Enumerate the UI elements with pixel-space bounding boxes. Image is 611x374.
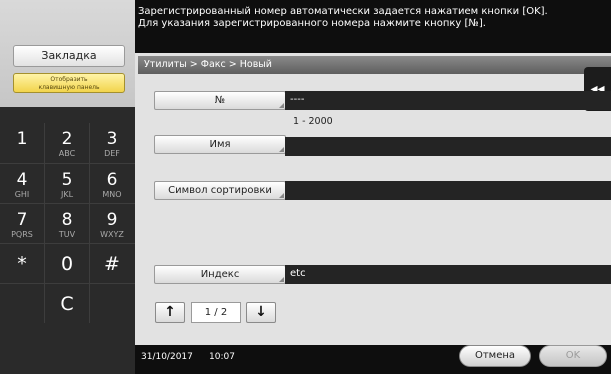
key-digit: 2: [61, 129, 73, 149]
key-7[interactable]: 7 PQRS: [0, 204, 44, 244]
page-down-icon[interactable]: ↓: [246, 302, 276, 323]
ok-button[interactable]: OK: [539, 345, 607, 367]
key-9[interactable]: 9 WXYZ: [90, 204, 134, 244]
cancel-button[interactable]: Отмена: [459, 345, 531, 367]
key-digit: 1: [16, 129, 28, 149]
index-value: etc: [285, 265, 611, 284]
key-1[interactable]: 1: [0, 123, 44, 163]
key-letters: ABC: [58, 149, 76, 158]
key-letters: WXYZ: [100, 230, 124, 239]
key-3[interactable]: 3 DEF: [90, 123, 134, 163]
key-digit: 7: [16, 210, 28, 230]
key-digit: 0: [60, 253, 74, 275]
key-6[interactable]: 6 MNO: [90, 164, 134, 204]
name-button[interactable]: Имя: [154, 135, 286, 154]
key-letters: JKL: [60, 190, 74, 199]
time: 10:07: [209, 352, 235, 362]
key-digit: *: [17, 253, 27, 275]
key-digit: 8: [61, 210, 73, 230]
main-panel: Утилиты > Факс > Новый ◂◂ № ---- 1 - 200…: [135, 53, 611, 345]
instruction-line-2: Для указания зарегистрированного номера …: [138, 18, 486, 29]
left-panel: Закладка Отобразить клавишную панель 1 2…: [0, 0, 135, 374]
corner-indicator-icon: [279, 193, 284, 198]
number-button[interactable]: №: [154, 91, 286, 110]
key-clear-label: C: [60, 293, 74, 315]
number-button-label: №: [214, 95, 226, 106]
show-keypad-label-line1: Отобразить: [50, 76, 88, 83]
bookmark-button[interactable]: Закладка: [13, 45, 125, 67]
name-button-label: Имя: [209, 139, 231, 150]
key-digit: 4: [16, 170, 28, 190]
key-letters: MNO: [102, 190, 122, 199]
left-panel-top: Закладка Отобразить клавишную панель: [0, 0, 135, 107]
key-clear[interactable]: C: [45, 284, 89, 324]
key-letters: TUV: [58, 230, 76, 239]
key-2[interactable]: 2 ABC: [45, 123, 89, 163]
key-letters: PQRS: [11, 230, 33, 239]
number-range: 1 - 2000: [293, 116, 333, 127]
instruction-line-1: Зарегистрированный номер автоматически з…: [138, 6, 548, 17]
pager: ↑ 1 / 2 ↓: [155, 302, 285, 323]
show-keypad-button[interactable]: Отобразить клавишную панель: [13, 73, 125, 93]
show-keypad-label-line2: клавишную панель: [38, 84, 100, 91]
key-5[interactable]: 5 JKL: [45, 164, 89, 204]
key-asterisk[interactable]: *: [0, 244, 44, 284]
key-digit: 9: [106, 210, 118, 230]
number-value: ----: [285, 91, 611, 110]
key-letters: GHI: [14, 190, 30, 199]
key-hash[interactable]: #: [90, 244, 134, 284]
page-up-icon[interactable]: ↑: [155, 302, 185, 323]
sort-symbol-button[interactable]: Символ сортировки: [154, 181, 286, 200]
key-letters: DEF: [104, 149, 120, 158]
breadcrumb: Утилиты > Факс > Новый: [138, 56, 611, 74]
key-8[interactable]: 8 TUV: [45, 204, 89, 244]
date: 31/10/2017: [141, 352, 193, 362]
page-count: 1 / 2: [191, 302, 241, 323]
sort-symbol-value: [285, 181, 611, 200]
index-button-label: Индекс: [200, 269, 240, 280]
key-digit: 5: [61, 170, 73, 190]
instruction-message: Зарегистрированный номер автоматически з…: [138, 6, 608, 30]
corner-indicator-icon: [279, 147, 284, 152]
key-0[interactable]: 0: [45, 244, 89, 284]
footer: 31/10/2017 10:07 Отмена OK: [135, 345, 611, 374]
corner-indicator-icon: [279, 103, 284, 108]
name-value: [285, 137, 611, 156]
key-digit: 3: [106, 129, 118, 149]
index-button[interactable]: Индекс: [154, 265, 286, 284]
key-digit: 6: [106, 170, 118, 190]
sort-symbol-button-label: Символ сортировки: [168, 185, 272, 196]
key-4[interactable]: 4 GHI: [0, 164, 44, 204]
corner-indicator-icon: [279, 277, 284, 282]
key-digit: #: [104, 253, 120, 275]
